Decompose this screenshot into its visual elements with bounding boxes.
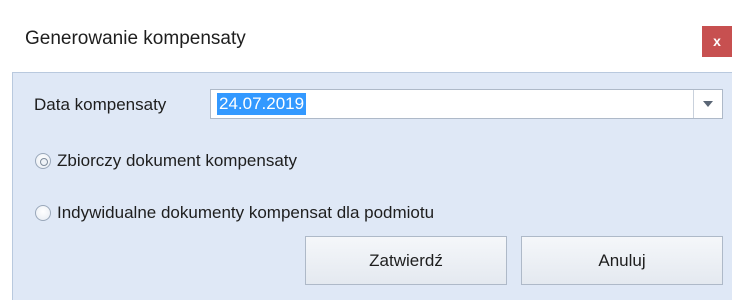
date-value[interactable]: 24.07.2019 (217, 93, 307, 115)
close-button[interactable]: x (702, 26, 732, 57)
option-collective-label: Zbiorczy dokument kompensaty (57, 151, 297, 170)
radio-icon[interactable] (35, 153, 51, 169)
option-individual-label: Indywidualne dokumenty kompensat dla pod… (57, 203, 435, 222)
chevron-down-icon (703, 101, 713, 107)
title-bar: Generowanie kompensaty x (0, 0, 732, 72)
date-combobox[interactable]: 24.07.2019 (210, 89, 723, 119)
dialog-title: Generowanie kompensaty (25, 28, 246, 49)
date-label: Data kompensaty (34, 95, 167, 114)
cancel-button[interactable]: Anuluj (521, 236, 723, 285)
radio-icon[interactable] (35, 205, 51, 221)
confirm-button[interactable]: Zatwierdź (305, 236, 507, 285)
date-dropdown-button[interactable] (693, 90, 722, 118)
dialog-body: Data kompensaty 24.07.2019 Zbiorczy doku… (12, 72, 732, 300)
close-icon: x (713, 33, 721, 49)
dialog-window: Generowanie kompensaty x Data kompensaty… (0, 0, 732, 300)
